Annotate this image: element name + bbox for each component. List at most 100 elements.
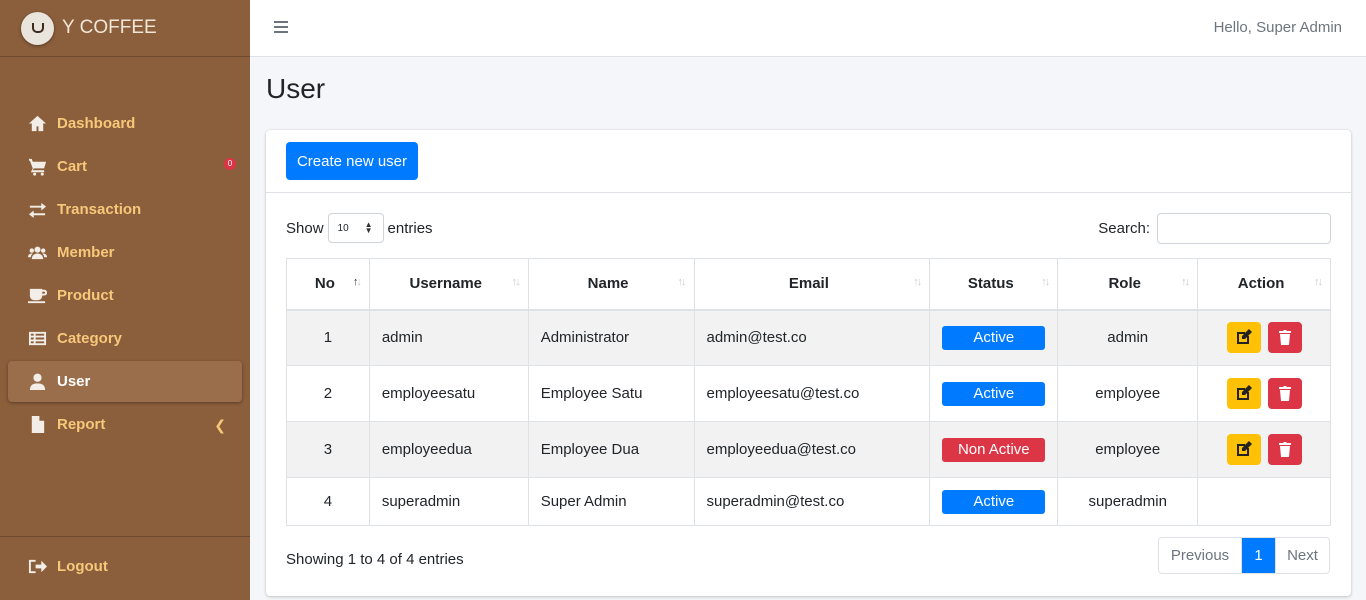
- sidebar-item-category[interactable]: Category: [8, 318, 242, 359]
- cell-status: Active: [929, 365, 1059, 422]
- user-icon: [26, 372, 48, 392]
- cell-role: employee: [1057, 365, 1199, 422]
- cell-email: employeesatu@test.co: [693, 365, 931, 422]
- sidebar-item-product[interactable]: Product: [8, 275, 242, 316]
- cell-username: admin: [368, 309, 529, 366]
- cell-role: employee: [1057, 421, 1199, 478]
- table-search: Search:: [1098, 213, 1331, 244]
- users-card: Create new user Show 10 ▲ ▼ entries Searc…: [266, 130, 1351, 596]
- cell-no: 3: [286, 421, 370, 478]
- delete-button[interactable]: [1267, 378, 1302, 409]
- cell-action: [1197, 477, 1331, 526]
- sidebar-item-report[interactable]: Report ❮: [8, 404, 242, 445]
- sidebar-item-transaction[interactable]: Transaction: [8, 189, 242, 230]
- file-icon: [26, 415, 48, 435]
- next-page-button[interactable]: Next: [1275, 538, 1329, 573]
- sort-icon: ↑↓: [677, 276, 687, 288]
- status-badge: Active: [942, 489, 1046, 514]
- table-header-row: No ↑↓ Username ↑↓ Name ↑↓ Email ↑↓ Status ↑↓ …: [286, 258, 1331, 311]
- edit-button[interactable]: [1226, 378, 1261, 409]
- cell-no: 1: [286, 309, 370, 366]
- column-header-no[interactable]: No ↑↓: [286, 258, 370, 311]
- column-header-action[interactable]: Action ↑↓: [1197, 258, 1331, 311]
- card-header: Create new user: [266, 130, 1351, 193]
- cell-email: employeedua@test.co: [693, 421, 931, 478]
- sort-asc-icon: ↑↓: [352, 276, 362, 288]
- top-navbar: Hello, Super Admin: [250, 0, 1366, 57]
- trash-icon: [1278, 330, 1291, 346]
- sidebar-item-label: User: [57, 373, 91, 390]
- edit-button[interactable]: [1226, 434, 1261, 465]
- trash-icon: [1278, 442, 1291, 457]
- coffee-logo-icon: [21, 11, 54, 45]
- logout-button[interactable]: Logout: [8, 546, 242, 587]
- table-row: 1 admin Administrator admin@test.co Acti…: [286, 309, 1331, 366]
- column-header-role[interactable]: Role ↑↓: [1057, 258, 1199, 311]
- status-badge: Active: [942, 381, 1046, 406]
- brand-name: Y COFFEE: [62, 17, 157, 38]
- brand-link[interactable]: Y COFFEE: [0, 0, 250, 57]
- column-header-email[interactable]: Email ↑↓: [693, 258, 931, 311]
- show-label: Show: [286, 219, 324, 237]
- home-icon: [26, 114, 48, 134]
- cell-username: superadmin: [368, 477, 529, 526]
- sidebar-item-label: Member: [57, 244, 115, 261]
- sort-icon: ↑↓: [1041, 276, 1050, 288]
- users-table: No ↑↓ Username ↑↓ Name ↑↓ Email ↑↓ Status ↑↓ …: [286, 258, 1331, 526]
- sidebar-item-label: Product: [57, 287, 114, 304]
- sidebar-item-dashboard[interactable]: Dashboard: [8, 103, 242, 144]
- column-header-status[interactable]: Status ↑↓: [929, 258, 1059, 311]
- table-row: 3 employeedua Employee Dua employeedua@t…: [286, 421, 1331, 478]
- cell-no: 4: [286, 477, 370, 526]
- cart-icon: [26, 157, 48, 177]
- table-row: 2 employeesatu Employee Satu employeesat…: [286, 365, 1331, 422]
- sidebar-item-label: Report: [57, 416, 106, 433]
- sidebar: Y COFFEE Dashboard Cart 0 Transaction Me…: [0, 0, 250, 600]
- page-length-control: Show 10 ▲ ▼ entries: [286, 213, 433, 243]
- sort-icon: ↑↓: [1181, 276, 1190, 288]
- page-length-select[interactable]: 10 ▲ ▼: [327, 213, 384, 243]
- sidebar-item-cart[interactable]: Cart 0: [8, 146, 242, 187]
- user-greeting[interactable]: Hello, Super Admin: [1214, 19, 1342, 36]
- create-user-button[interactable]: Create new user: [286, 142, 418, 180]
- cell-status: Active: [929, 309, 1059, 366]
- status-badge: Non Active: [942, 437, 1046, 462]
- cell-name: Employee Dua: [527, 421, 695, 478]
- previous-page-button[interactable]: Previous: [1159, 538, 1242, 573]
- list-icon: [26, 329, 48, 349]
- cell-name: Employee Satu: [527, 365, 695, 422]
- page-1-button[interactable]: 1: [1242, 538, 1275, 573]
- search-label: Search:: [1098, 220, 1150, 237]
- cell-name: Administrator: [527, 309, 695, 366]
- edit-button[interactable]: [1226, 322, 1261, 354]
- table-info: Showing 1 to 4 of 4 entries: [286, 551, 464, 568]
- sign-out-icon: [26, 557, 48, 577]
- logout-label: Logout: [57, 558, 108, 575]
- cell-username: employeedua: [368, 421, 529, 478]
- sidebar-item-user[interactable]: User: [8, 361, 242, 402]
- cell-email: admin@test.co: [693, 309, 931, 366]
- sidebar-item-member[interactable]: Member: [8, 232, 242, 273]
- cell-action: [1197, 421, 1331, 478]
- column-header-name[interactable]: Name ↑↓: [527, 258, 695, 311]
- edit-icon: [1236, 329, 1252, 345]
- column-header-username[interactable]: Username ↑↓: [368, 258, 529, 311]
- sort-icon: ↑↓: [913, 276, 922, 288]
- cell-status: Non Active: [929, 421, 1059, 478]
- menu-toggle-icon[interactable]: [274, 21, 288, 34]
- page-length-value: 10: [337, 222, 349, 234]
- cell-username: employeesatu: [368, 365, 529, 422]
- search-input[interactable]: [1157, 213, 1331, 244]
- edit-icon: [1236, 385, 1252, 400]
- sidebar-nav: Dashboard Cart 0 Transaction Member Prod…: [8, 103, 242, 447]
- exchange-icon: [26, 200, 48, 220]
- sidebar-footer: Logout: [0, 536, 250, 575]
- users-icon: [26, 243, 48, 263]
- page-title: User: [266, 73, 326, 104]
- entries-label: entries: [387, 219, 433, 237]
- delete-button[interactable]: [1267, 322, 1302, 354]
- pagination: Previous 1 Next: [1158, 537, 1330, 574]
- cell-action: [1197, 309, 1331, 366]
- delete-button[interactable]: [1267, 434, 1302, 465]
- sidebar-item-label: Category: [57, 330, 123, 347]
